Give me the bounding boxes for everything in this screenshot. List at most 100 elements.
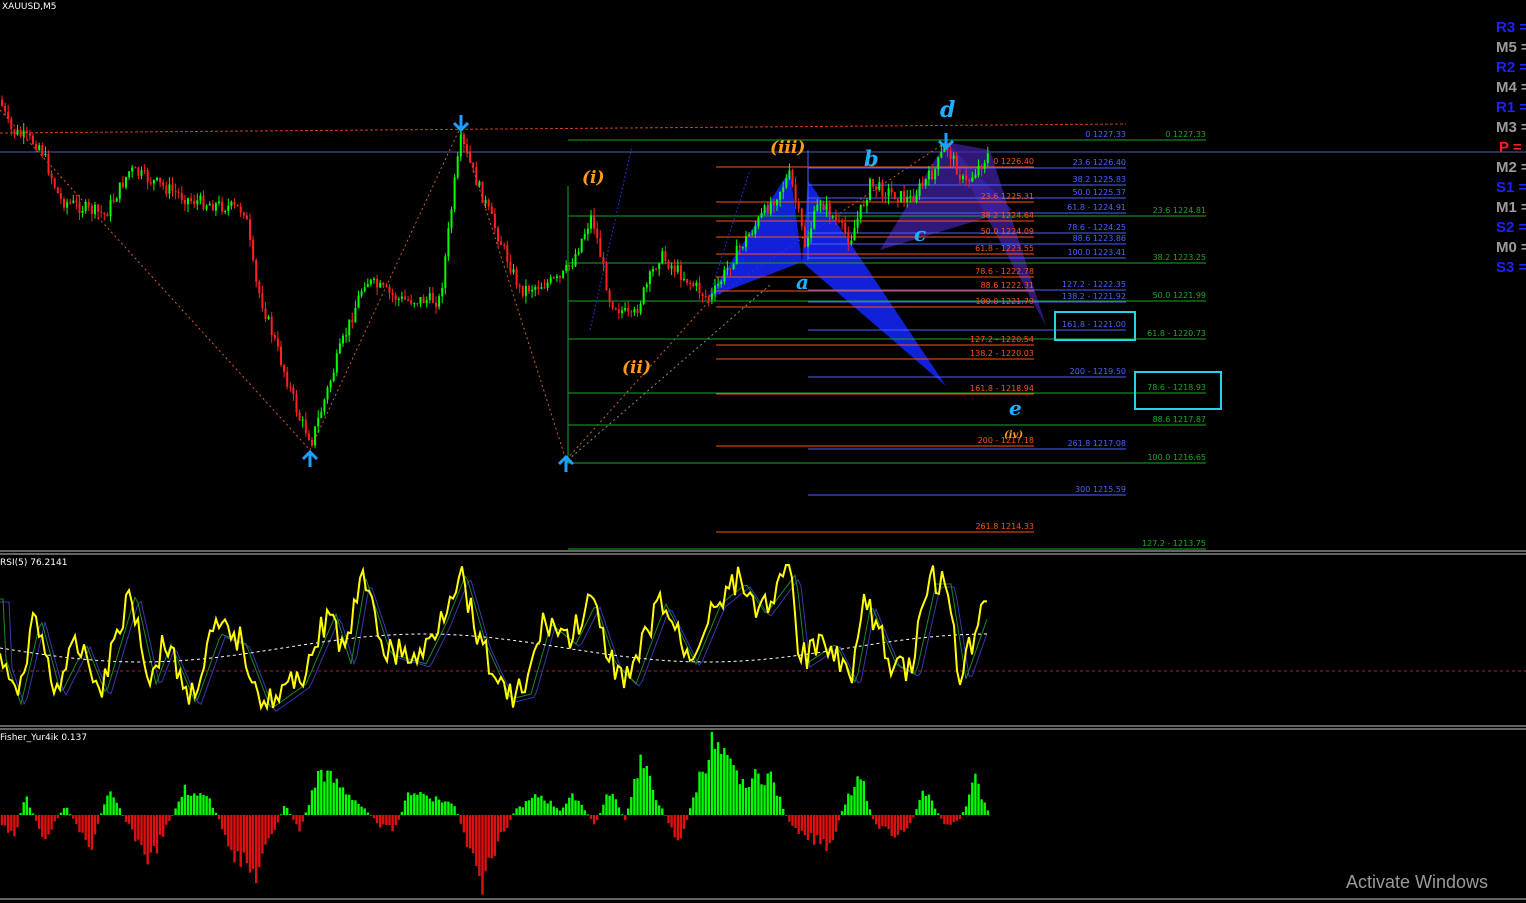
candle-body <box>475 166 478 186</box>
fisher-bar <box>233 815 236 863</box>
candle-body <box>72 200 75 203</box>
rsi-line <box>0 564 988 712</box>
candle-body <box>918 183 921 196</box>
candle-body <box>968 180 971 182</box>
fisher-bar <box>806 815 810 841</box>
candle-body <box>38 145 41 150</box>
fisher-bar <box>862 780 865 815</box>
candle-body <box>66 202 69 208</box>
candle-body <box>822 203 825 210</box>
fisher-bar <box>372 815 376 819</box>
fisher-bar <box>7 815 10 833</box>
trend-line <box>567 284 771 461</box>
fisher-bar <box>413 793 416 815</box>
candle-body <box>165 185 168 194</box>
candle-body <box>59 193 62 200</box>
candle-body <box>493 213 496 229</box>
fisher-bar <box>62 808 66 815</box>
fisher-bar <box>286 808 289 815</box>
price-chart[interactable] <box>0 0 1526 903</box>
fisher-bar <box>971 782 974 815</box>
fib-level-label: 127.2 - 1222.35 <box>1062 280 1126 289</box>
candle-body <box>562 270 565 278</box>
candle-body <box>87 201 90 206</box>
candle-body <box>779 191 782 200</box>
fisher-bar <box>856 776 859 815</box>
candle-body <box>586 228 589 234</box>
fib-level-label: 0 1227.33 <box>1085 130 1126 139</box>
candle-body <box>422 296 425 304</box>
chart-stage[interactable]: XAUUSD,M5 RSI(5) 76.2141 Fisher_Yur4ik 0… <box>0 0 1526 903</box>
candle-body <box>931 170 933 180</box>
candle-body <box>224 211 227 213</box>
fisher-bar <box>84 815 87 840</box>
candle-body <box>242 212 245 216</box>
candle-body <box>338 343 341 354</box>
fisher-bar <box>831 815 834 840</box>
candle-body <box>329 381 332 388</box>
fisher-bar <box>561 807 565 815</box>
fisher-bar <box>627 808 630 815</box>
candle-body <box>834 216 837 221</box>
fisher-bar <box>636 778 639 815</box>
fisher-bar <box>59 812 63 815</box>
fisher-bar <box>19 813 22 815</box>
fisher-bar <box>168 815 171 822</box>
fisher-bar <box>183 784 187 815</box>
fisher-bar <box>673 815 676 838</box>
candle-body <box>673 265 676 272</box>
candle-body <box>276 338 279 347</box>
fib-level-label: 50.0 1225.37 <box>1072 188 1126 197</box>
candle-body <box>152 179 155 184</box>
candle-body <box>965 175 968 181</box>
fisher-bar <box>193 793 196 815</box>
fisher-bar <box>937 813 940 815</box>
candle-body <box>13 129 16 135</box>
fisher-bar <box>165 815 168 825</box>
fisher-bar <box>617 807 621 815</box>
fisher-bar <box>906 815 909 829</box>
fisher-bar <box>158 815 162 835</box>
fisher-bar <box>276 815 280 823</box>
fisher-bar <box>25 796 28 815</box>
fisher-bar <box>69 814 72 816</box>
fib-level-label: 61.8 - 1223.55 <box>975 244 1034 253</box>
fisher-bar <box>878 815 881 829</box>
fisher-bar <box>921 790 924 815</box>
fib-level-label: 261.8 1217.08 <box>1067 439 1126 448</box>
candle-body <box>376 278 379 288</box>
pivot-level-label: M5 = <box>1496 39 1526 56</box>
fisher-bar <box>732 765 735 815</box>
candle-body <box>642 287 645 304</box>
candle-body <box>862 204 865 206</box>
fisher-bar <box>28 807 32 815</box>
fib-level-label: 261.8 1214.33 <box>975 522 1034 531</box>
candle-body <box>785 178 788 188</box>
candle-body <box>689 282 692 284</box>
candle-body <box>720 281 723 285</box>
candle-body <box>363 287 366 292</box>
fisher-bar <box>44 815 47 840</box>
candle-body <box>528 285 530 292</box>
candle-body <box>577 252 580 254</box>
fib-level-label: 138.2 - 1221.92 <box>1062 292 1126 301</box>
candle-body <box>490 206 493 214</box>
fisher-bar <box>723 748 726 815</box>
candle-body <box>345 335 348 337</box>
pivot-level-label: P = <box>1499 139 1522 156</box>
fisher-bar <box>710 731 714 815</box>
wave-label-e: e <box>1009 396 1022 420</box>
candle-body <box>227 205 230 212</box>
fisher-bar <box>323 781 326 815</box>
candle-body <box>286 371 289 387</box>
fisher-bar <box>850 795 853 815</box>
candle-body <box>893 192 896 200</box>
fisher-bar <box>162 815 165 837</box>
candle-body <box>934 169 937 180</box>
candle-body <box>469 152 472 163</box>
candle-body <box>707 296 710 300</box>
fisher-bar <box>34 815 38 821</box>
fisher-bar <box>859 779 862 815</box>
wave-label-ii: (ii) <box>622 358 652 378</box>
fisher-bar <box>146 815 149 865</box>
